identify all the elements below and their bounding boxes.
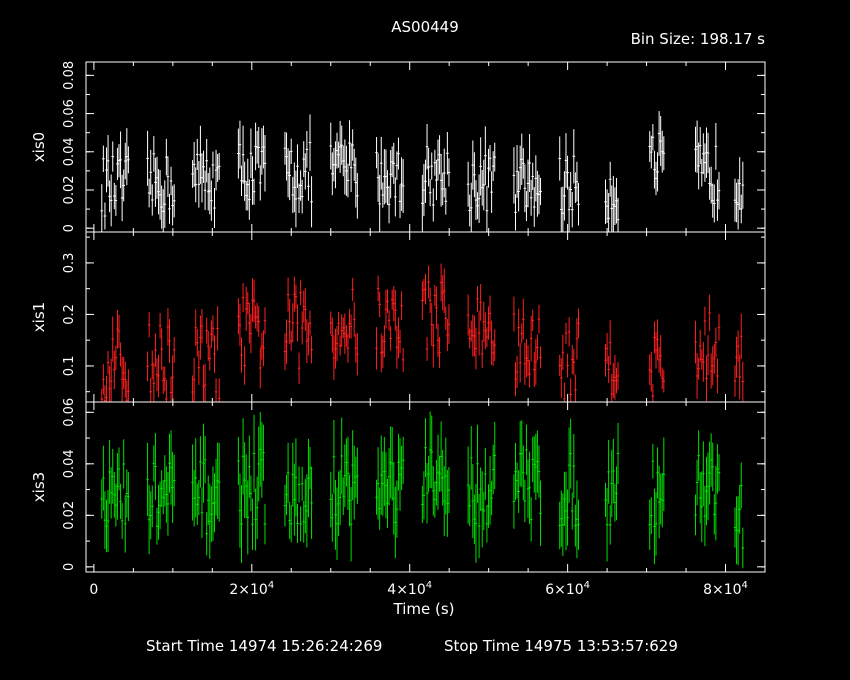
y-tick-label: 0.06 [62,99,77,128]
y-tick-label: 0.04 [62,449,77,478]
y-tick-label: 0.02 [62,501,77,530]
start-time-label: Start Time 14974 15:26:24:269 [146,637,383,655]
y-tick-label: 0.02 [62,176,77,205]
y-tick-label: 0.04 [62,137,77,166]
stop-time-label: Stop Time 14975 13:53:57:629 [444,637,678,655]
panel-frame [85,61,766,233]
y-axis-label-xis0: xis0 [30,132,48,162]
x-tick-label: 2×104 [229,580,274,598]
data-points-xis3 [100,411,745,569]
y-axis-label-xis3: xis3 [30,472,48,502]
x-tick-label: 0 [89,582,98,598]
panel-xis0: 0 0.02 0.04 0.06 0.08 xis0 [30,61,766,233]
y-tick-label: 0.3 [62,253,77,274]
data-points-xis1 [100,263,745,402]
x-tick-label: 4×104 [387,580,432,598]
y-tick-label: 0 [62,563,77,571]
y-tick-label: 0.2 [62,304,77,325]
y-tick-label: 0.1 [62,356,77,377]
light-curve-chart: Time (s) 0 0.02 0.04 0.06 0.08 xis0 0.1 0.2 0.3 x… [30,61,766,618]
panel-xis3: 0 0.02 0.04 0.06 xis3 [30,398,766,573]
y-tick-label: 0.08 [62,61,77,90]
y-tick-label: 0 [62,224,77,232]
x-tick-label: 6×104 [545,580,590,598]
data-points-xis0 [100,111,745,232]
panel-frame [85,231,766,403]
panel-xis1: 0.1 0.2 0.3 xis1 [30,231,766,403]
x-tick-label: 8×104 [703,580,748,598]
y-tick-label: 0.06 [62,398,77,427]
x-axis-label: Time (s) [393,600,455,618]
y-axis-label-xis1: xis1 [30,302,48,332]
